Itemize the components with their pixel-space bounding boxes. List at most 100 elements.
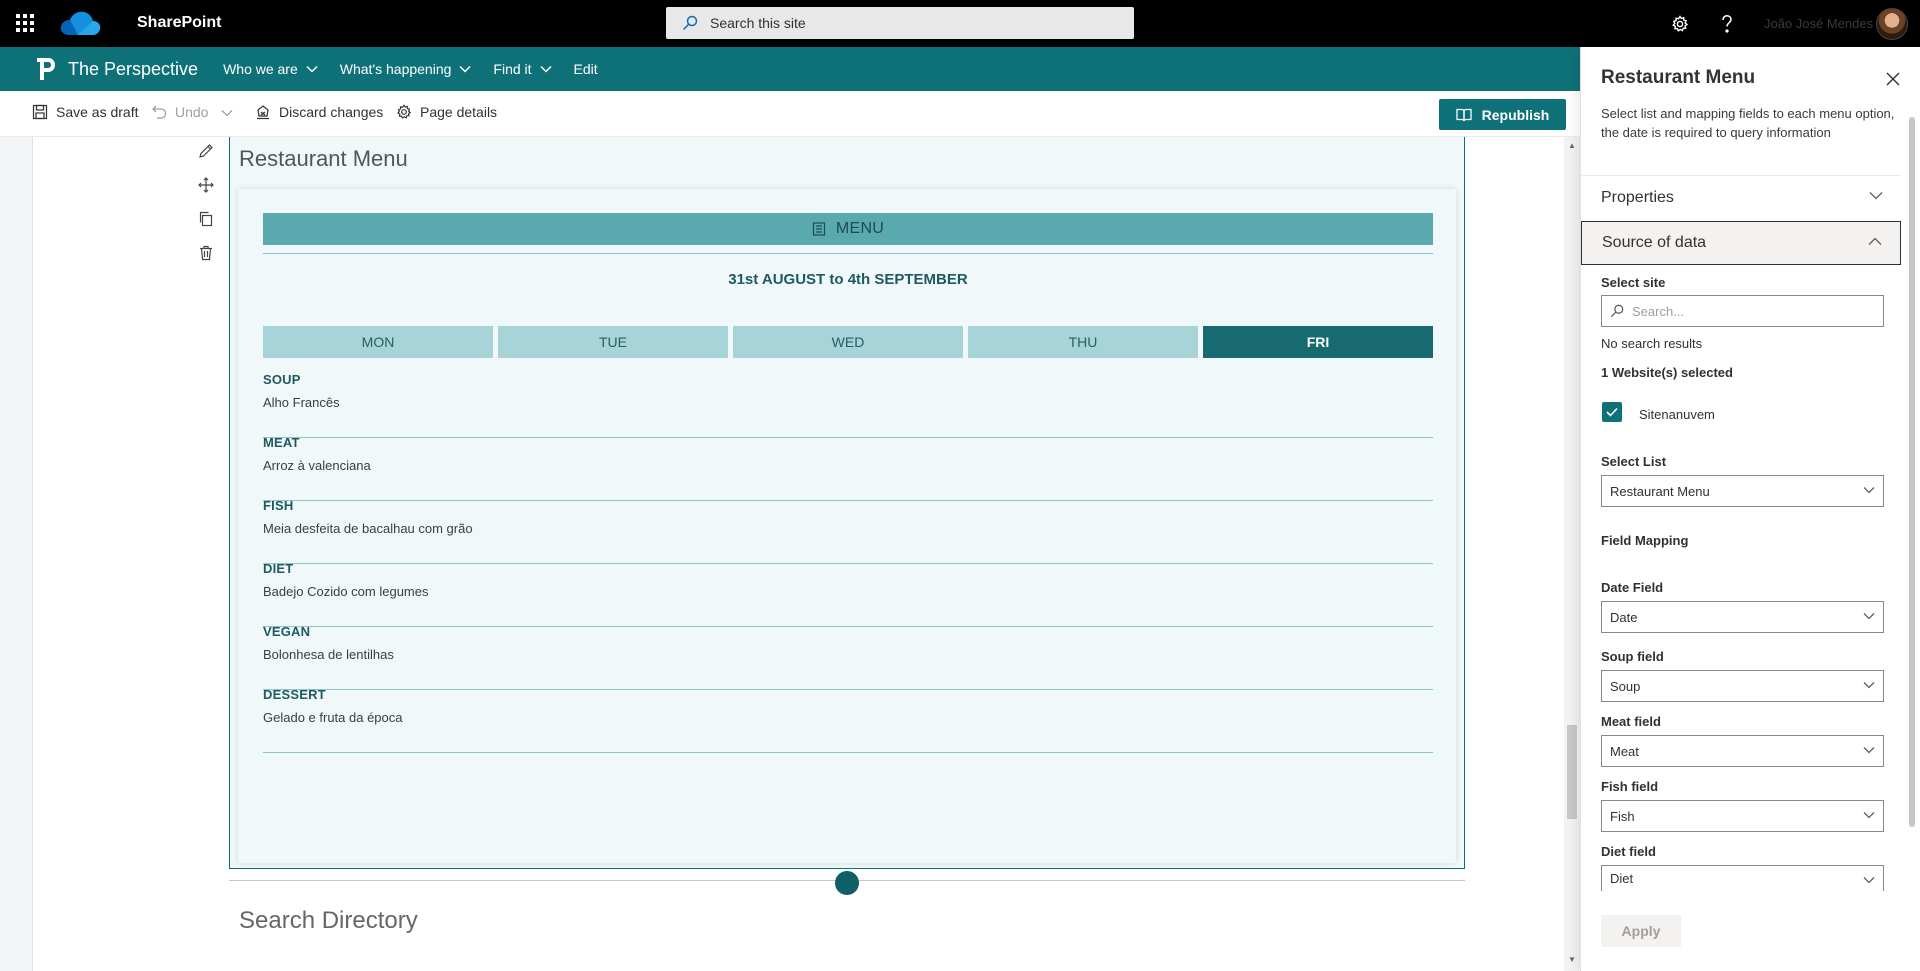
scroll-down-arrow-icon[interactable]: ▼ — [1568, 955, 1576, 964]
site-title[interactable]: The Perspective — [68, 59, 198, 80]
pane-scrollbar-thumb[interactable] — [1909, 117, 1915, 827]
command-bar: Save as draft Undo Discard changes Page … — [0, 91, 1580, 137]
page-details-button[interactable]: Page details — [396, 104, 497, 120]
gear-icon — [397, 104, 412, 119]
undo-icon — [152, 105, 167, 119]
field-mapping-label: Field Mapping — [1601, 533, 1689, 548]
edit-icon[interactable] — [193, 138, 219, 164]
chevron-down-icon — [1863, 682, 1875, 689]
group-properties[interactable]: Properties — [1581, 175, 1901, 219]
course-dish: Gelado e fruta da época — [263, 710, 403, 725]
selected-site-name: Sitenanuvem — [1639, 407, 1715, 422]
discard-changes-label: Discard changes — [279, 104, 384, 120]
search-placeholder: Search this site — [710, 15, 806, 31]
nav-item-whats-happening[interactable]: What's happening — [329, 47, 483, 91]
search-icon — [1610, 304, 1624, 318]
day-tab-thu[interactable]: THU — [968, 326, 1198, 358]
group-source-of-data[interactable]: Source of data — [1581, 221, 1901, 265]
day-tab-mon[interactable]: MON — [263, 326, 493, 358]
menu-header-label: MENU — [835, 220, 885, 237]
divider — [263, 253, 1433, 254]
soup-field-value: Soup — [1610, 678, 1641, 694]
app-name[interactable]: SharePoint — [137, 14, 221, 32]
date-field-value: Date — [1610, 609, 1638, 625]
save-icon — [32, 104, 48, 120]
onedrive-logo-icon[interactable] — [58, 9, 102, 37]
chevron-down-icon — [1863, 877, 1875, 884]
nav-item-label: Who we are — [223, 61, 298, 77]
search-icon — [682, 15, 698, 31]
undo-button[interactable]: Undo — [151, 104, 208, 120]
close-icon[interactable] — [1881, 67, 1905, 91]
menu-header: MENU — [263, 213, 1433, 245]
chevron-down-icon — [459, 66, 471, 73]
day-tab-wed[interactable]: WED — [733, 326, 963, 358]
course-category: VEGAN — [263, 624, 311, 639]
date-field-dropdown[interactable]: Date — [1601, 601, 1884, 633]
suite-bar: SharePoint Search this site João José Me… — [0, 0, 1920, 47]
undo-label: Undo — [175, 104, 209, 120]
nav-item-edit[interactable]: Edit — [563, 47, 609, 91]
republish-label: Republish — [1481, 106, 1550, 123]
search-directory-title: Search Directory — [239, 907, 418, 934]
avatar[interactable] — [1876, 8, 1908, 40]
site-search-placeholder: Search... — [1632, 303, 1685, 319]
day-tab-tue[interactable]: TUE — [498, 326, 728, 358]
fish-field-value: Fish — [1610, 808, 1635, 824]
site-logo-icon[interactable] — [34, 57, 56, 81]
nav-item-find-it[interactable]: Find it — [482, 47, 562, 91]
delete-icon[interactable] — [193, 240, 219, 266]
restaurant-menu-webpart[interactable]: Restaurant Menu MENU 31st AUGUST to 4th … — [229, 137, 1465, 869]
site-search-input[interactable]: Search this site — [666, 7, 1134, 39]
chevron-down-icon — [1863, 613, 1875, 620]
diet-field-dropdown[interactable]: Diet — [1601, 865, 1884, 891]
scrollbar-thumb[interactable] — [1567, 725, 1577, 819]
site-checkbox[interactable] — [1602, 402, 1622, 422]
user-name[interactable]: João José Mendes — [1764, 16, 1873, 31]
help-icon[interactable] — [1712, 9, 1742, 39]
chevron-down-icon — [1863, 747, 1875, 754]
meat-field-dropdown[interactable]: Meat — [1601, 735, 1884, 767]
course-category: SOUP — [263, 372, 301, 387]
duplicate-icon[interactable] — [193, 206, 219, 232]
meat-field-value: Meat — [1610, 743, 1639, 759]
pane-scrollbar[interactable] — [1906, 105, 1918, 895]
site-search-field[interactable]: Search... — [1601, 295, 1884, 327]
nav-item-label: What's happening — [339, 61, 452, 77]
course-dish: Badejo Cozido com legumes — [263, 584, 429, 599]
select-list-value: Restaurant Menu — [1610, 483, 1710, 499]
no-search-results: No search results — [1601, 336, 1703, 351]
soup-field-dropdown[interactable]: Soup — [1601, 670, 1884, 702]
chevron-down-icon — [1863, 487, 1875, 494]
pane-description: Select list and mapping fields to each m… — [1601, 106, 1895, 140]
undo-dropdown-chevron-icon[interactable] — [221, 109, 241, 117]
canvas-scrollbar[interactable]: ▲ ▼ — [1564, 137, 1580, 971]
nav-item-who-we-are[interactable]: Who we are — [212, 47, 329, 91]
course-category: FISH — [263, 498, 294, 513]
select-list-dropdown[interactable]: Restaurant Menu — [1601, 475, 1884, 507]
soup-field-label: Soup field — [1601, 649, 1664, 664]
day-tab-fri[interactable]: FRI — [1203, 326, 1433, 358]
settings-icon[interactable] — [1665, 9, 1695, 39]
diet-field-label: Diet field — [1601, 844, 1656, 859]
selected-count: 1 Website(s) selected — [1601, 365, 1733, 380]
discard-changes-button[interactable]: Discard changes — [255, 104, 383, 120]
nav-item-label: Find it — [493, 61, 532, 77]
waffle-icon[interactable] — [10, 8, 40, 38]
select-list-label: Select List — [1601, 454, 1667, 469]
menu-card: MENU 31st AUGUST to 4th SEPTEMBER MON TU… — [238, 189, 1456, 863]
fish-field-dropdown[interactable]: Fish — [1601, 800, 1884, 832]
course-category: MEAT — [263, 435, 300, 450]
save-as-draft-button[interactable]: Save as draft — [32, 104, 139, 120]
apply-button[interactable]: Apply — [1601, 915, 1681, 947]
move-icon[interactable] — [193, 172, 219, 198]
day-tabs: MON TUE WED THU FRI — [263, 326, 1433, 358]
scroll-up-arrow-icon[interactable]: ▲ — [1568, 141, 1576, 150]
checkmark-icon — [1606, 407, 1618, 417]
add-webpart-button[interactable] — [835, 871, 859, 895]
chevron-down-icon — [540, 66, 552, 73]
diet-field-value: Diet — [1610, 871, 1634, 886]
republish-button[interactable]: Republish — [1439, 99, 1566, 130]
course-category: DIET — [263, 561, 294, 576]
nav-item-label: Edit — [573, 61, 598, 77]
